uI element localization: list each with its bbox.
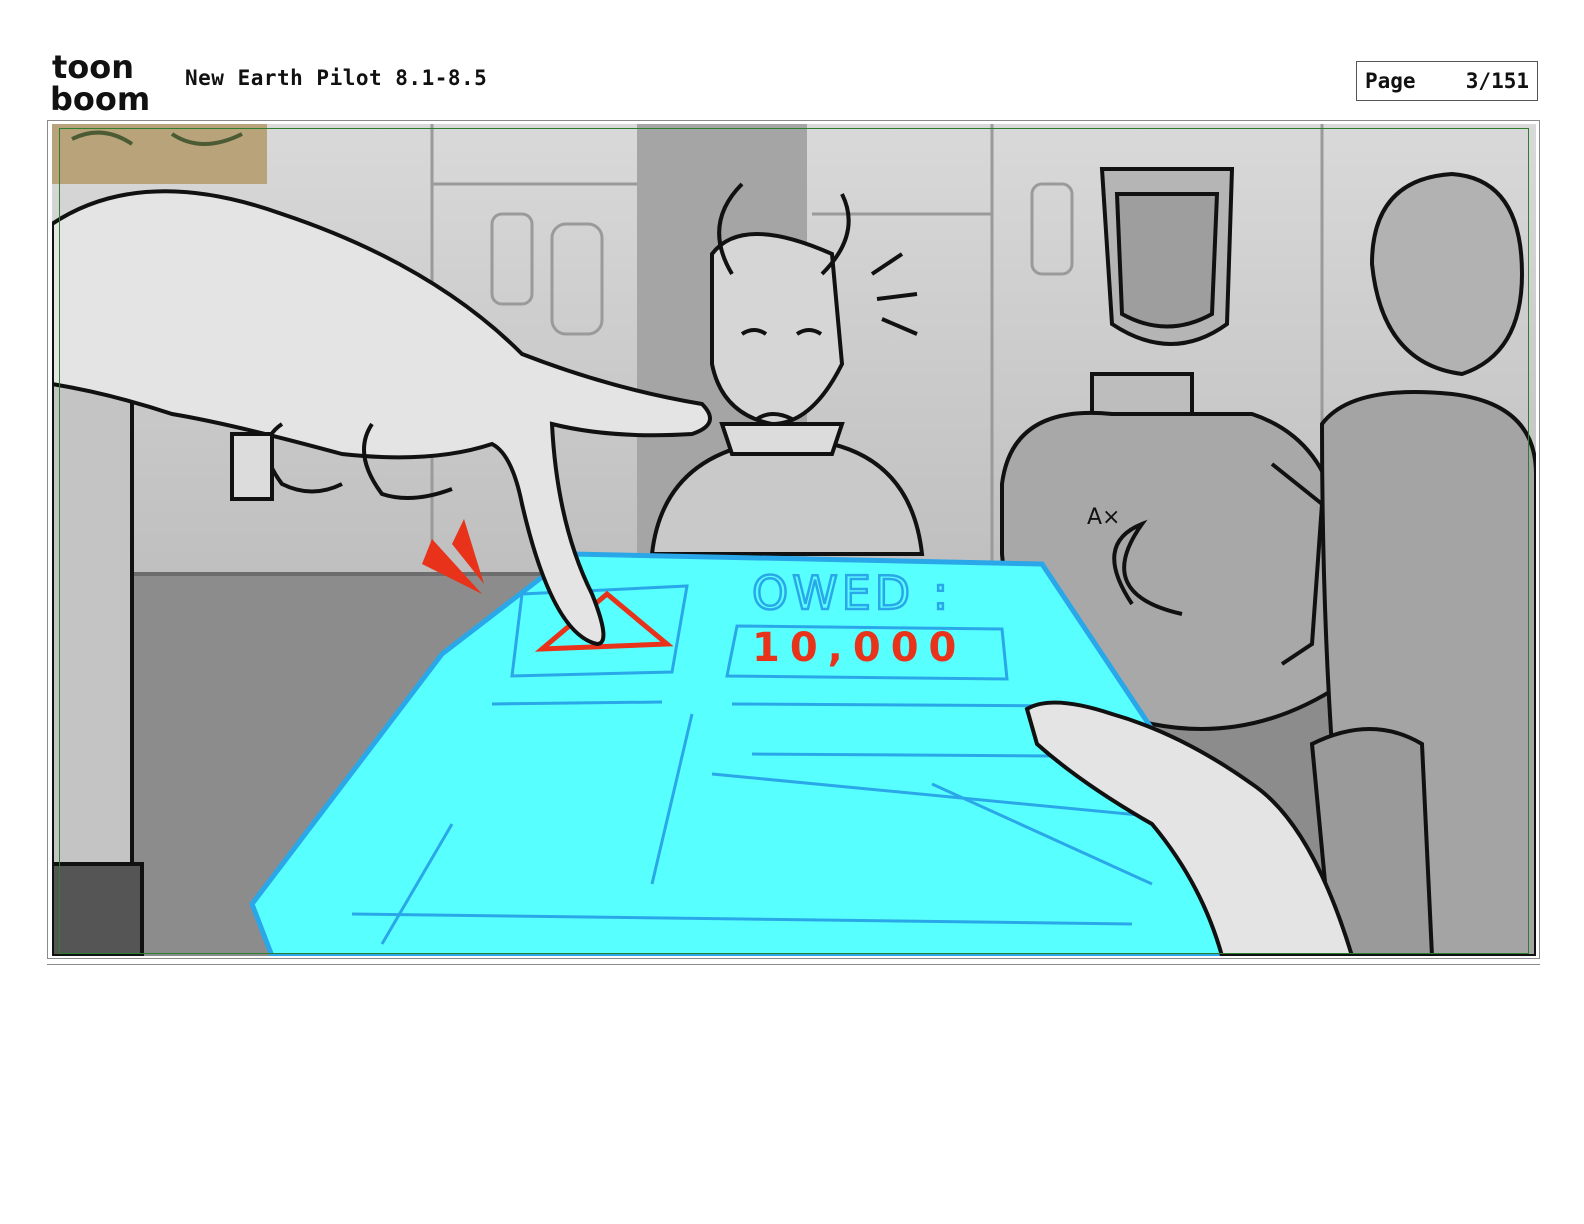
screen-heading: OWED : <box>752 566 952 620</box>
storyboard-panel-drawing: A× OWED : 10,000 <box>52 124 1536 956</box>
robot-badge-text: A× <box>1087 505 1120 530</box>
toon-boom-logo: toon boom <box>50 50 150 114</box>
page-label: Page <box>1365 69 1416 93</box>
document-title: New Earth Pilot 8.1-8.5 <box>185 66 488 90</box>
logo-text-bottom: boom <box>50 80 150 114</box>
screen-amount: 10,000 <box>752 625 966 671</box>
page-number: 3/151 <box>1465 69 1529 93</box>
panel-divider <box>47 964 1540 965</box>
page-indicator: Page 3/151 <box>1356 61 1538 101</box>
